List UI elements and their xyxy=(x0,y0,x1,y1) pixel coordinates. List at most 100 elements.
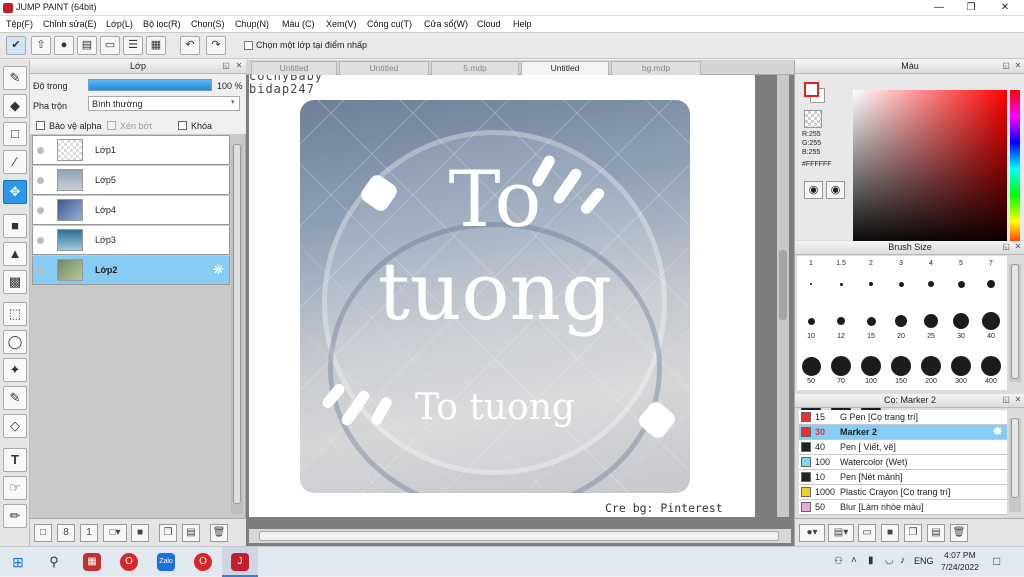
menu-tools[interactable]: Công cụ(T) xyxy=(367,19,412,29)
pen-item[interactable]: 10 Pen [Nét mảnh] xyxy=(799,470,1007,485)
new-8bit-layer-icon[interactable]: 8 xyxy=(57,524,75,542)
pen-duplicate-icon[interactable]: ❐ xyxy=(904,524,922,542)
zalo-icon[interactable]: Zalo xyxy=(157,553,175,571)
tab-bgmdp[interactable]: bg.mdp xyxy=(611,61,701,75)
maximize-icon[interactable]: ❐ xyxy=(954,0,988,16)
battery-icon[interactable]: ▮ xyxy=(868,555,874,566)
menu-snap[interactable]: Chụp(N) xyxy=(235,19,269,29)
menu-filter[interactable]: Bộ lọc(R) xyxy=(143,19,181,29)
pen-item[interactable]: 100 Watercolor (Wet) xyxy=(799,455,1007,470)
eraser-tool-icon[interactable]: ◆ xyxy=(3,94,27,118)
line-tool-icon[interactable]: ∕ xyxy=(3,150,27,174)
speech-bubble-icon[interactable]: ● xyxy=(54,36,74,55)
tab-untitled-2[interactable]: Untitled xyxy=(339,61,429,75)
brush-size-scroll-thumb[interactable] xyxy=(1011,264,1019,379)
menu-color[interactable]: Màu (C) xyxy=(282,19,315,29)
check-icon[interactable]: ✔ xyxy=(6,36,26,55)
move-tool-icon[interactable]: ✥ xyxy=(3,180,27,204)
select-eraser-tool-icon[interactable]: ◇ xyxy=(3,414,27,438)
menu-window[interactable]: Cửa sổ(W) xyxy=(424,19,468,29)
brush-size-dot[interactable] xyxy=(839,282,843,286)
new-1bit-layer-icon[interactable]: 1 xyxy=(80,524,98,542)
brush-size-dot[interactable] xyxy=(831,356,851,376)
menu-cloud[interactable]: Cloud xyxy=(477,19,501,29)
list-icon[interactable]: ☰ xyxy=(123,36,143,55)
panel-close-icon[interactable]: ✕ xyxy=(234,61,244,71)
brush-size-dot[interactable] xyxy=(987,280,995,288)
layer-row-2-selected[interactable]: Lớp2 ❋ xyxy=(32,256,230,285)
layer-row-1[interactable]: Lớp1 xyxy=(32,136,230,165)
palette-settings-icon[interactable]: ◉ xyxy=(826,181,845,199)
brush-size-dot[interactable] xyxy=(951,356,971,376)
clock-date[interactable]: 7/24/2022 xyxy=(941,562,979,572)
brush-size-dot[interactable] xyxy=(898,281,904,287)
canvas-horizontal-scrollbar[interactable] xyxy=(249,529,791,543)
menu-edit[interactable]: Chỉnh sửa(E) xyxy=(43,19,97,29)
hand-tool-icon[interactable]: ☞ xyxy=(3,476,27,500)
canvas-paper[interactable]: cochyBaby bidap247 To tuong To tuong Cre… xyxy=(249,75,755,517)
share-icon[interactable]: ⇧ xyxy=(31,36,51,55)
float-icon[interactable]: ◱ xyxy=(1001,61,1011,71)
add-layer-menu-icon[interactable]: □▾ xyxy=(103,524,127,542)
opera-icon[interactable]: O xyxy=(120,553,138,571)
gradient-tool-icon[interactable]: ▩ xyxy=(3,270,27,294)
visibility-icon[interactable] xyxy=(37,207,44,214)
pen-tool-icon[interactable]: ✎ xyxy=(3,66,27,90)
fill-rect-tool-icon[interactable]: ■ xyxy=(3,214,27,238)
volume-icon[interactable]: ♪ xyxy=(900,555,905,566)
pen-add-menu-icon[interactable]: ●▾ xyxy=(799,524,825,542)
layer-list-scroll-thumb[interactable] xyxy=(233,144,241,504)
brush-size-dot[interactable] xyxy=(837,317,845,325)
brush-size-dot[interactable] xyxy=(869,282,873,286)
pen-item[interactable]: 1000 Plastic Crayon [Cọ trang trí] xyxy=(799,485,1007,500)
gear-icon[interactable]: ❋ xyxy=(213,262,224,278)
language-indicator[interactable]: ENG xyxy=(914,556,934,566)
layer-row-3[interactable]: Lớp3 xyxy=(32,226,230,255)
protect-alpha-checkbox[interactable] xyxy=(36,121,45,130)
brush-size-dot[interactable] xyxy=(810,283,812,285)
clip-checkbox[interactable] xyxy=(107,121,116,130)
layer-list-scrollbar[interactable] xyxy=(231,144,243,514)
search-icon[interactable]: ⚲ xyxy=(45,553,63,571)
canvas-vertical-scrollbar[interactable] xyxy=(777,75,789,517)
jump-paint-taskbar-item[interactable]: J xyxy=(222,547,258,577)
brush-size-dot[interactable] xyxy=(866,316,876,326)
tab-untitled-1[interactable]: Untitled xyxy=(251,61,337,75)
bucket-tool-icon[interactable]: ▲ xyxy=(3,242,27,266)
pen-page-icon[interactable]: ▭ xyxy=(858,524,876,542)
pen-item[interactable]: 40 Pen [ Viết, vẽ] xyxy=(799,440,1007,455)
rect-select-tool-icon[interactable]: ⬚ xyxy=(3,302,27,326)
brush-size-dot[interactable] xyxy=(981,356,1001,376)
magic-wand-tool-icon[interactable]: ✦ xyxy=(3,358,27,382)
notification-icon[interactable]: □ xyxy=(993,554,1000,568)
rect-shape-tool-icon[interactable]: □ xyxy=(3,122,27,146)
float-icon[interactable]: ◱ xyxy=(221,61,231,71)
opera-icon-2[interactable]: O xyxy=(194,553,212,571)
one-layer-checkbox[interactable] xyxy=(244,41,253,50)
select-pen-tool-icon[interactable]: ✎ xyxy=(3,386,27,410)
folder-icon[interactable]: ■ xyxy=(131,524,149,542)
hue-slider[interactable] xyxy=(1010,90,1020,248)
layer-row-5[interactable]: Lớp5 xyxy=(32,166,230,195)
text-tool-icon[interactable]: T xyxy=(3,448,27,472)
visibility-icon[interactable] xyxy=(37,177,44,184)
comment-icon[interactable]: ▤ xyxy=(77,36,97,55)
brush-size-dot[interactable] xyxy=(924,314,938,328)
brush-size-dot[interactable] xyxy=(921,356,941,376)
brush-size-dot[interactable] xyxy=(953,313,969,329)
pen-trash-icon[interactable]: 🗑 xyxy=(950,524,968,542)
pen-item[interactable]: 50 Blur [Làm nhòe màu] xyxy=(799,500,1007,515)
palette-icon[interactable]: ◉ xyxy=(804,181,823,199)
panel-close-icon[interactable]: ✕ xyxy=(1013,61,1023,71)
brush-size-dot[interactable] xyxy=(928,281,934,287)
redo-icon[interactable]: ↷ xyxy=(206,36,226,55)
brush-size-dot[interactable] xyxy=(861,356,881,376)
pen-item[interactable]: 15 G Pen [Cọ trang trí] xyxy=(799,410,1007,425)
brush-size-dot[interactable] xyxy=(982,312,1000,330)
gear-icon[interactable]: ❋ xyxy=(993,425,1002,439)
people-icon[interactable]: ⚇ xyxy=(834,556,843,567)
brush-size-dot[interactable] xyxy=(801,356,821,376)
trash-icon[interactable]: 🗑 xyxy=(210,524,228,542)
visibility-icon[interactable] xyxy=(37,267,44,274)
close-icon[interactable]: ✕ xyxy=(988,0,1022,16)
